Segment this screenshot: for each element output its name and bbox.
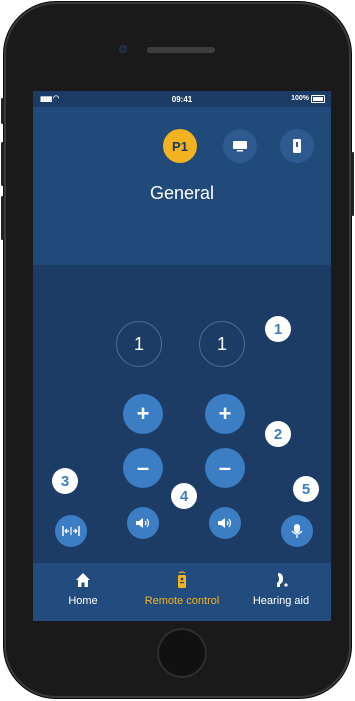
microphone-icon [291,524,303,538]
battery-icon [311,95,325,103]
callout-number: 1 [273,320,283,338]
callout-number: 2 [273,425,283,443]
right-mute-button[interactable] [209,507,241,539]
callout-badge-3: 3 [52,468,78,494]
tab-home[interactable]: Home [33,563,133,621]
callout-badge-5: 5 [293,476,319,502]
app-screen: ▮▮▮▮ ◠ 09:41 100% P1 General 1 1 + + – –… [33,91,331,621]
mute-switch [1,98,4,124]
volume-up-button [1,142,4,186]
left-volume-down-button[interactable]: – [123,448,163,488]
split-arrows-icon [62,526,80,536]
program-p1-label: P1 [172,138,188,154]
program-title: General [149,183,215,203]
front-camera [119,45,127,53]
callout-number: 5 [301,480,311,498]
phone-frame: ▮▮▮▮ ◠ 09:41 100% P1 General 1 1 + + – –… [1,2,354,698]
speaker-icon [136,518,150,528]
program-p1-button[interactable]: P1 [163,129,197,163]
tab-hearing-aid-label: Hearing aid [252,595,310,607]
phone-program-icon [293,139,301,153]
hearing-aid-icon [277,573,288,587]
program-phone-button[interactable] [280,129,314,163]
callout-badge-2: 2 [265,421,291,447]
tab-home-label: Home [68,595,98,607]
status-bar: ▮▮▮▮ ◠ 09:41 100% [33,91,331,107]
right-volume-down-button[interactable]: – [205,448,245,488]
minus-label: – [136,455,150,480]
split-volume-button[interactable] [55,515,87,547]
status-time: 09:41 [171,95,193,104]
left-volume-up-button[interactable]: + [123,394,163,434]
program-tv-button[interactable] [223,129,257,163]
tab-hearing-aid[interactable]: Hearing aid [231,563,331,621]
program-header: P1 General [33,107,331,265]
right-volume-value: 1 [216,333,227,354]
battery-percent: 100% [291,95,309,102]
tab-remote-control-label: Remote control [144,595,220,607]
bottom-tab-bar: Home Remote control Hearing aid [33,563,331,621]
power-button [351,152,354,216]
home-icon [76,573,90,587]
right-volume-display: 1 [199,321,245,367]
left-volume-display: 1 [116,321,162,367]
callout-number: 3 [60,472,70,490]
phone-home-button[interactable] [157,628,207,678]
callout-badge-4: 4 [171,483,197,509]
left-volume-value: 1 [133,333,144,354]
tv-icon [233,141,247,152]
microphone-button[interactable] [281,515,313,547]
volume-down-button [1,196,4,240]
minus-label: – [218,455,232,480]
speaker-icon [218,518,232,528]
tab-remote-control[interactable]: Remote control [131,563,233,621]
earpiece-speaker [147,47,215,53]
callout-badge-1: 1 [265,316,291,342]
callout-number: 4 [179,487,189,505]
remote-icon [178,571,186,588]
left-mute-button[interactable] [127,507,159,539]
plus-label: + [136,401,150,426]
plus-label: + [218,401,232,426]
right-volume-up-button[interactable]: + [205,394,245,434]
